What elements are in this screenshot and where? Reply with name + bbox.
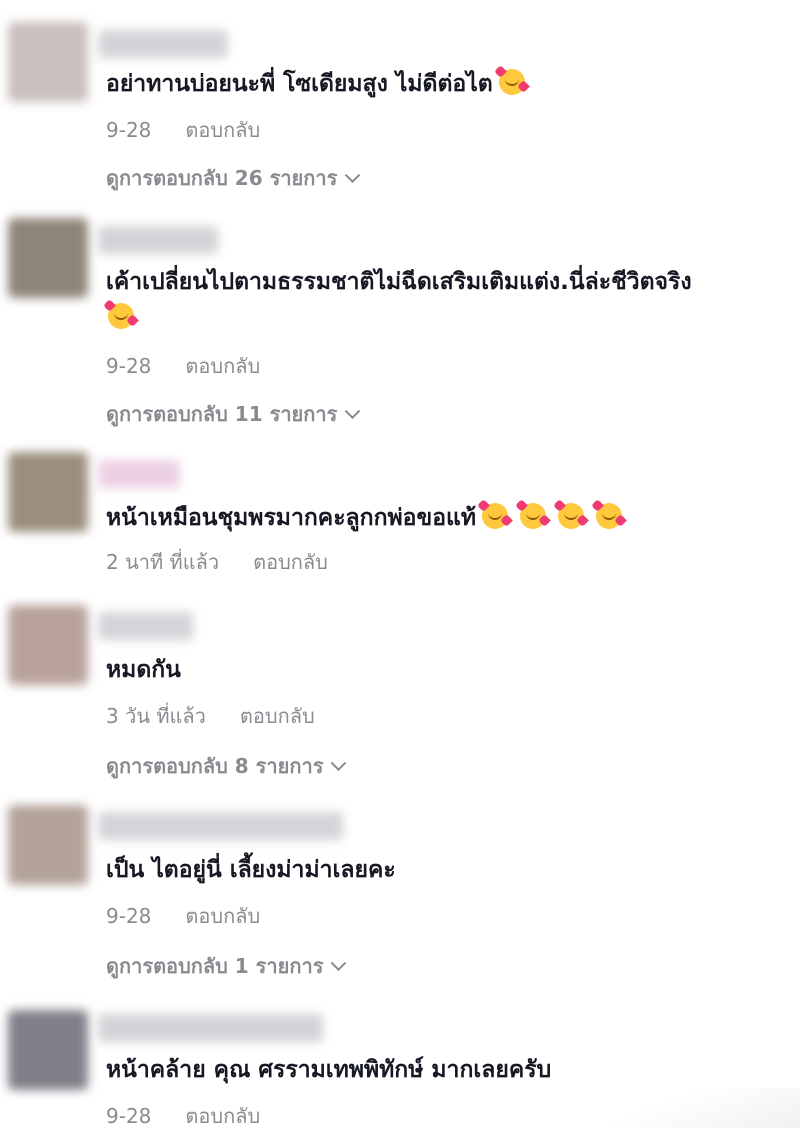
comment-time: 9-28 bbox=[106, 118, 152, 142]
chevron-down-icon bbox=[345, 403, 361, 420]
comment-text: หน้าเหมือนชุมพรมากคะลูกกพ่อขอแท้ bbox=[106, 499, 780, 536]
comment-meta: 9-28 ตอบกลับ bbox=[106, 900, 260, 932]
comment-text: เป็น ไตอยู่นี่ เลี้ยงม่าม่าเลยคะ bbox=[106, 857, 396, 883]
view-replies-button[interactable]: ดูการตอบกลับ 11 รายการ bbox=[106, 398, 361, 430]
comment-text: อย่าทานบ่อยนะพี่ โซเดียมสูง ไม่ดีต่อไต bbox=[106, 65, 780, 102]
reply-button[interactable]: ตอบกลับ bbox=[185, 354, 260, 378]
reply-button[interactable]: ตอบกลับ bbox=[253, 550, 328, 574]
avatar[interactable] bbox=[8, 22, 88, 102]
smiling-face-with-hearts-icon bbox=[515, 499, 551, 529]
comment-meta: 9-28 ตอบกลับ bbox=[106, 350, 260, 382]
smiling-face-with-hearts-icon bbox=[493, 65, 530, 95]
comment-time: 9-28 bbox=[106, 354, 152, 378]
username-blurred[interactable] bbox=[98, 30, 228, 58]
comment-time: 9-28 bbox=[106, 1104, 152, 1128]
corner-shadow bbox=[610, 1088, 800, 1128]
comment-time: 9-28 bbox=[106, 904, 152, 928]
avatar[interactable] bbox=[8, 1010, 88, 1090]
comment-meta: 2 นาที ที่แล้ว ตอบกลับ bbox=[106, 546, 328, 578]
reply-button[interactable]: ตอบกลับ bbox=[240, 704, 315, 728]
avatar[interactable] bbox=[8, 605, 88, 685]
reply-button[interactable]: ตอบกลับ bbox=[185, 118, 260, 142]
username-blurred[interactable] bbox=[98, 226, 218, 254]
username-blurred[interactable] bbox=[98, 612, 193, 640]
username-blurred[interactable] bbox=[98, 460, 180, 488]
comment-text: เค้าเปลี่ยนไปตามธรรมชาติไม่ฉีดเสริมเติมแ… bbox=[103, 264, 780, 336]
view-replies-button[interactable]: ดูการตอบกลับ 8 รายการ bbox=[106, 750, 347, 782]
comment-text: หน้าคล้าย คุณ ศรรามเทพพิทักษ์ มากเลยครับ bbox=[106, 1057, 552, 1083]
avatar[interactable] bbox=[8, 805, 88, 885]
chevron-down-icon bbox=[331, 955, 347, 972]
comment-time: 2 นาที ที่แล้ว bbox=[106, 550, 220, 574]
avatar[interactable] bbox=[8, 218, 88, 298]
chevron-down-icon bbox=[331, 755, 347, 772]
smiling-face-with-hearts-icon bbox=[591, 499, 627, 529]
chevron-down-icon bbox=[345, 167, 361, 184]
reply-button[interactable]: ตอบกลับ bbox=[185, 904, 260, 928]
view-replies-button[interactable]: ดูการตอบกลับ 1 รายการ bbox=[106, 950, 347, 982]
smiling-face-with-hearts-icon bbox=[477, 499, 513, 529]
username-blurred[interactable] bbox=[98, 1014, 323, 1042]
comment-meta: 9-28 ตอบกลับ bbox=[106, 114, 260, 146]
username-blurred[interactable] bbox=[98, 812, 343, 840]
avatar[interactable] bbox=[8, 452, 88, 532]
comment-time: 3 วัน ที่แล้ว bbox=[106, 704, 206, 728]
smiling-face-with-hearts-icon bbox=[103, 299, 139, 329]
comment-text: หมดกัน bbox=[106, 657, 181, 683]
comment-meta: 9-28 ตอบกลับ bbox=[106, 1100, 260, 1132]
reply-button[interactable]: ตอบกลับ bbox=[185, 1104, 260, 1128]
comment-meta: 3 วัน ที่แล้ว ตอบกลับ bbox=[106, 700, 315, 732]
view-replies-button[interactable]: ดูการตอบกลับ 26 รายการ bbox=[106, 162, 361, 194]
smiling-face-with-hearts-icon bbox=[553, 499, 589, 529]
